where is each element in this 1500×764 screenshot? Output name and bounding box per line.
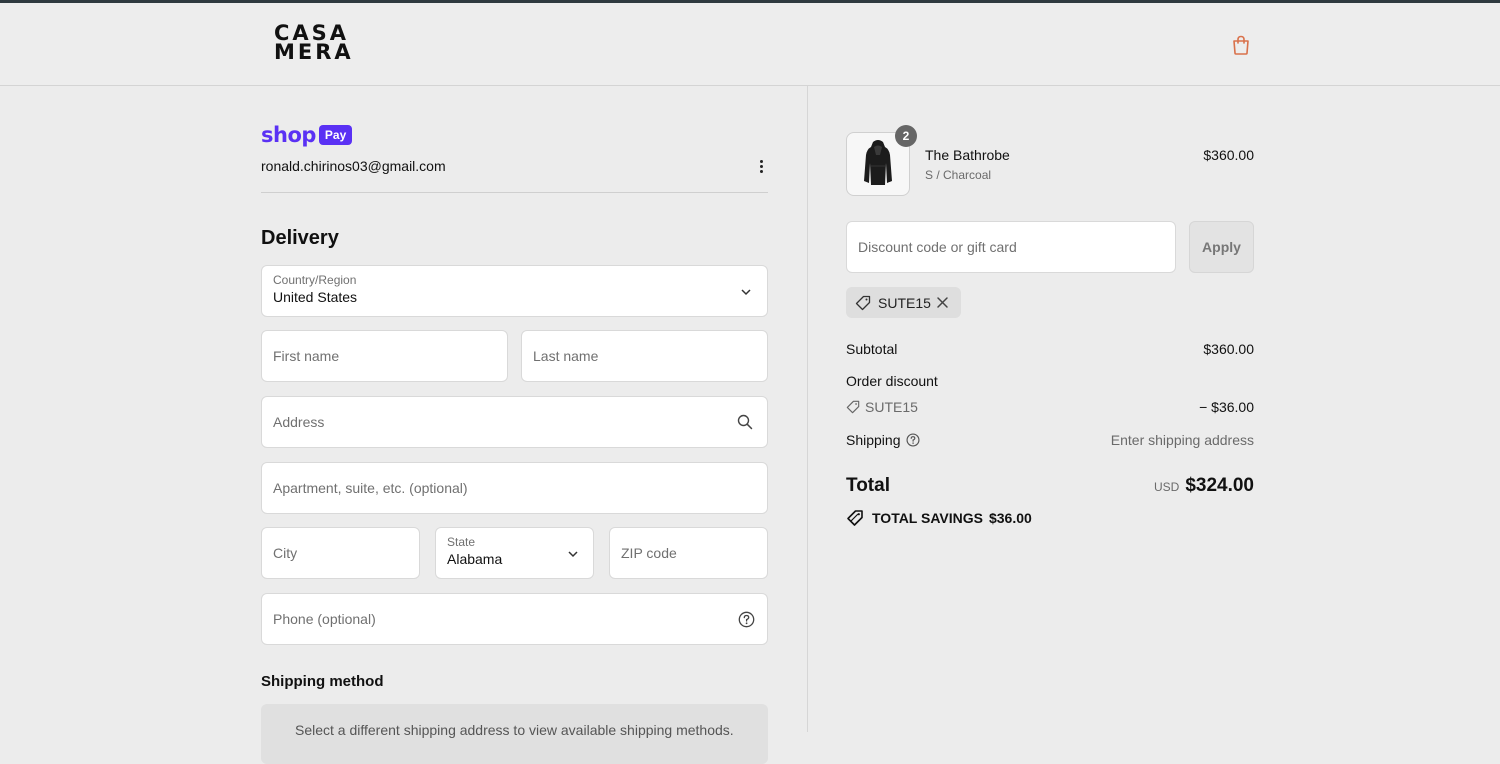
chevron-down-icon: [568, 551, 578, 558]
phone-field[interactable]: Phone (optional): [261, 593, 768, 645]
subtotal-value: $360.00: [1203, 341, 1254, 357]
logo-line-2: MERA: [274, 40, 354, 64]
state-value: Alabama: [447, 551, 503, 567]
checkout-form: shop Pay ronald.chirinos03@gmail.com Del…: [261, 86, 768, 764]
discount-code-input[interactable]: Discount code or gift card: [846, 221, 1176, 273]
order-summary: 2 The Bathrobe S / Charcoal $360.00 Disc…: [846, 86, 1254, 732]
shopping-bag-icon: [1233, 35, 1249, 55]
country-label: Country/Region: [273, 273, 357, 287]
shipping-method-notice: Select a different shipping address to v…: [261, 704, 768, 764]
total-currency: USD: [1153, 480, 1180, 494]
product-name: The Bathrobe: [925, 147, 1010, 163]
state-select[interactable]: State Alabama: [435, 527, 594, 579]
first-name-field[interactable]: First name: [261, 330, 508, 382]
shipping-value: Enter shipping address: [1110, 432, 1254, 448]
discount-code-placeholder: Discount code or gift card: [858, 239, 1017, 255]
total-value: $324.00: [1185, 475, 1254, 496]
zip-placeholder: ZIP code: [621, 545, 677, 561]
apartment-placeholder: Apartment, suite, etc. (optional): [273, 480, 468, 496]
order-discount-value: − $36.00: [1199, 399, 1254, 415]
kebab-dot: [759, 165, 763, 168]
product-variant: S / Charcoal: [925, 168, 992, 182]
header: CASA MERA: [0, 3, 1500, 86]
total-savings-value: $36.00: [988, 510, 1032, 526]
country-value: United States: [273, 289, 358, 305]
state-label: State: [447, 535, 476, 549]
first-name-placeholder: First name: [273, 348, 340, 364]
help-icon[interactable]: [738, 611, 755, 628]
shipping-row: Shipping: [846, 432, 920, 448]
shipping-method-notice-text: Select a different shipping address to v…: [295, 722, 734, 738]
zip-field[interactable]: ZIP code: [609, 527, 768, 579]
subtotal-label: Subtotal: [846, 341, 898, 357]
total-savings-label: TOTAL SAVINGS: [872, 510, 983, 526]
savings-tag-icon: [847, 510, 863, 526]
account-email: ronald.chirinos03@gmail.com: [261, 158, 446, 174]
shipping-label: Shipping: [846, 432, 901, 448]
last-name-field[interactable]: Last name: [521, 330, 768, 382]
column-divider: [807, 86, 808, 732]
account-divider: [261, 192, 768, 193]
city-field[interactable]: City: [261, 527, 420, 579]
total-amount: USD $324.00: [1154, 475, 1254, 497]
quantity-badge: 2: [895, 125, 917, 147]
cart-button[interactable]: [1230, 34, 1252, 56]
shipping-method-heading: Shipping method: [261, 673, 384, 690]
applied-discount-chip: SUTE15: [846, 287, 961, 318]
order-discount-label: Order discount: [846, 373, 938, 389]
search-icon: [737, 414, 753, 430]
apply-discount-button[interactable]: Apply: [1189, 221, 1254, 273]
product-price: $360.00: [1203, 147, 1254, 163]
tag-icon: [846, 400, 860, 414]
apartment-field[interactable]: Apartment, suite, etc. (optional): [261, 462, 768, 514]
shop-pay-logo: shop Pay: [261, 123, 353, 147]
order-discount-code-row: SUTE15: [846, 399, 918, 415]
help-icon[interactable]: [905, 433, 920, 447]
shop-pay-shop-text: shop: [261, 123, 316, 147]
total-savings: TOTAL SAVINGS $36.00: [846, 509, 1032, 527]
kebab-dot: [759, 170, 763, 173]
address-placeholder: Address: [273, 414, 325, 430]
country-select[interactable]: Country/Region United States: [261, 265, 768, 317]
chevron-down-icon: [741, 289, 751, 296]
account-menu-button[interactable]: [756, 159, 766, 175]
tag-icon: [855, 295, 871, 311]
total-label: Total: [846, 475, 890, 496]
address-field[interactable]: Address: [261, 396, 768, 448]
delivery-heading: Delivery: [261, 227, 339, 249]
last-name-placeholder: Last name: [533, 348, 599, 364]
phone-placeholder: Phone (optional): [273, 611, 376, 627]
close-icon[interactable]: [936, 296, 949, 309]
shop-pay-pay-badge: Pay: [318, 125, 353, 145]
applied-discount-code: SUTE15: [878, 295, 931, 311]
store-logo[interactable]: CASA MERA: [274, 23, 354, 64]
order-discount-code: SUTE15: [865, 399, 918, 415]
city-placeholder: City: [273, 545, 298, 561]
kebab-dot: [759, 160, 763, 163]
